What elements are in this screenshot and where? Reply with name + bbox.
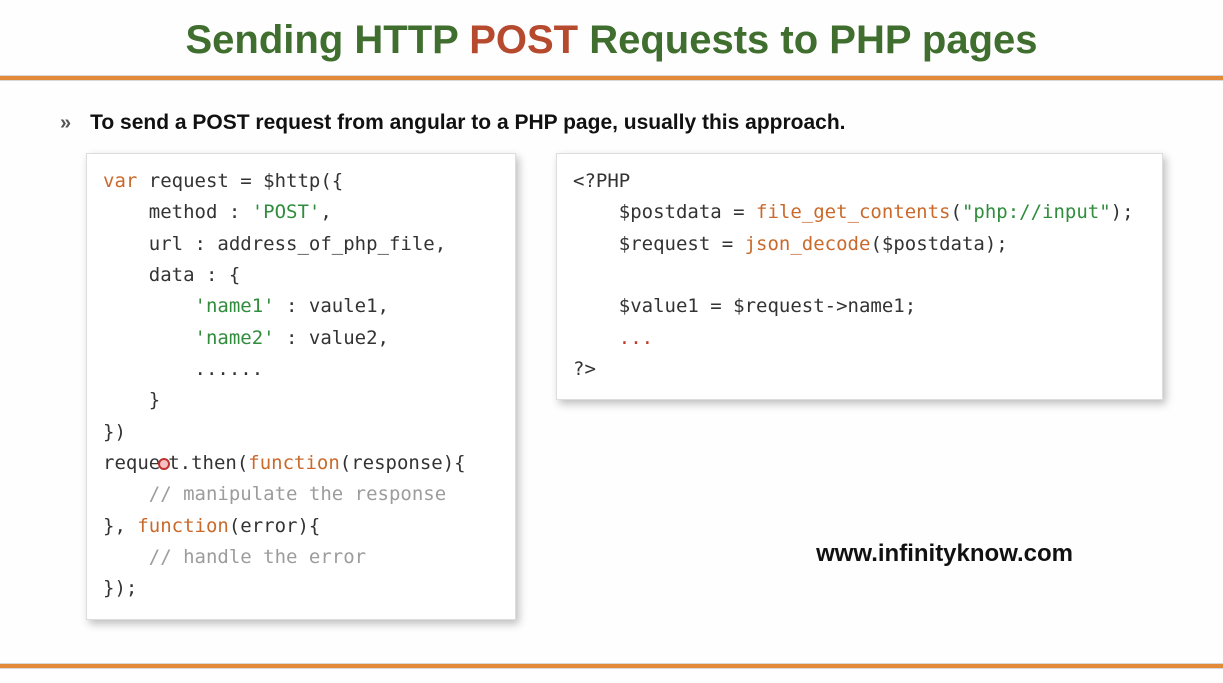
t: t.then( [168, 452, 248, 474]
t: } [103, 389, 160, 411]
t: : value2, [275, 327, 389, 349]
t: method : [103, 201, 252, 223]
code-block-php: <?PHP $postdata = file_get_contents("php… [556, 153, 1163, 400]
title-part-2: POST [469, 18, 578, 62]
t: }) [103, 421, 126, 443]
t: }); [103, 577, 137, 599]
bullet-text: To send a POST request from angular to a… [90, 111, 845, 135]
str: "php://input" [962, 201, 1111, 223]
t: : vaule1, [275, 295, 389, 317]
dots: ...... [103, 358, 263, 380]
t: , [320, 201, 331, 223]
str: 'name2' [195, 327, 275, 349]
str: 'POST' [252, 201, 321, 223]
t: data : { [103, 264, 240, 286]
t [103, 295, 195, 317]
slide-title: Sending HTTP POST Requests to PHP pages [0, 0, 1223, 75]
bullet-line: » To send a POST request from angular to… [60, 111, 1163, 135]
str: 'name1' [195, 295, 275, 317]
t: ($postdata); [870, 233, 1007, 255]
t [103, 483, 149, 505]
dots: ... [573, 327, 653, 349]
kw-func: function [248, 452, 340, 474]
t: <?PHP [573, 170, 630, 192]
t: $request = [573, 233, 745, 255]
watermark: www.infinityknow.com [816, 540, 1073, 568]
title-part-1: Sending HTTP [185, 18, 469, 62]
content-area: » To send a POST request from angular to… [0, 81, 1223, 620]
bottom-divider [0, 663, 1223, 669]
kw-var: var [103, 170, 137, 192]
t: }, [103, 515, 137, 537]
t [103, 327, 195, 349]
comment: // manipulate the response [149, 483, 446, 505]
fn: file_get_contents [756, 201, 950, 223]
t [103, 546, 149, 568]
t: ( [951, 201, 962, 223]
comment: // handle the error [149, 546, 366, 568]
title-part-3: Requests to PHP pages [578, 18, 1037, 62]
bullet-marker: » [60, 112, 68, 135]
t: request = $http({ [137, 170, 343, 192]
kw-func: function [137, 515, 229, 537]
t: (error){ [229, 515, 321, 537]
t: url : address_of_php_file, [103, 233, 446, 255]
t: ?> [573, 358, 596, 380]
t: $postdata = [573, 201, 756, 223]
t: (response){ [340, 452, 466, 474]
code-block-js: var request = $http({ method : 'POST', u… [86, 153, 516, 620]
t: reque [103, 452, 160, 474]
fn: json_decode [745, 233, 871, 255]
slide: Sending HTTP POST Requests to PHP pages … [0, 0, 1223, 683]
t: $value1 = $request->name1; [573, 295, 916, 317]
t: ); [1111, 201, 1134, 223]
